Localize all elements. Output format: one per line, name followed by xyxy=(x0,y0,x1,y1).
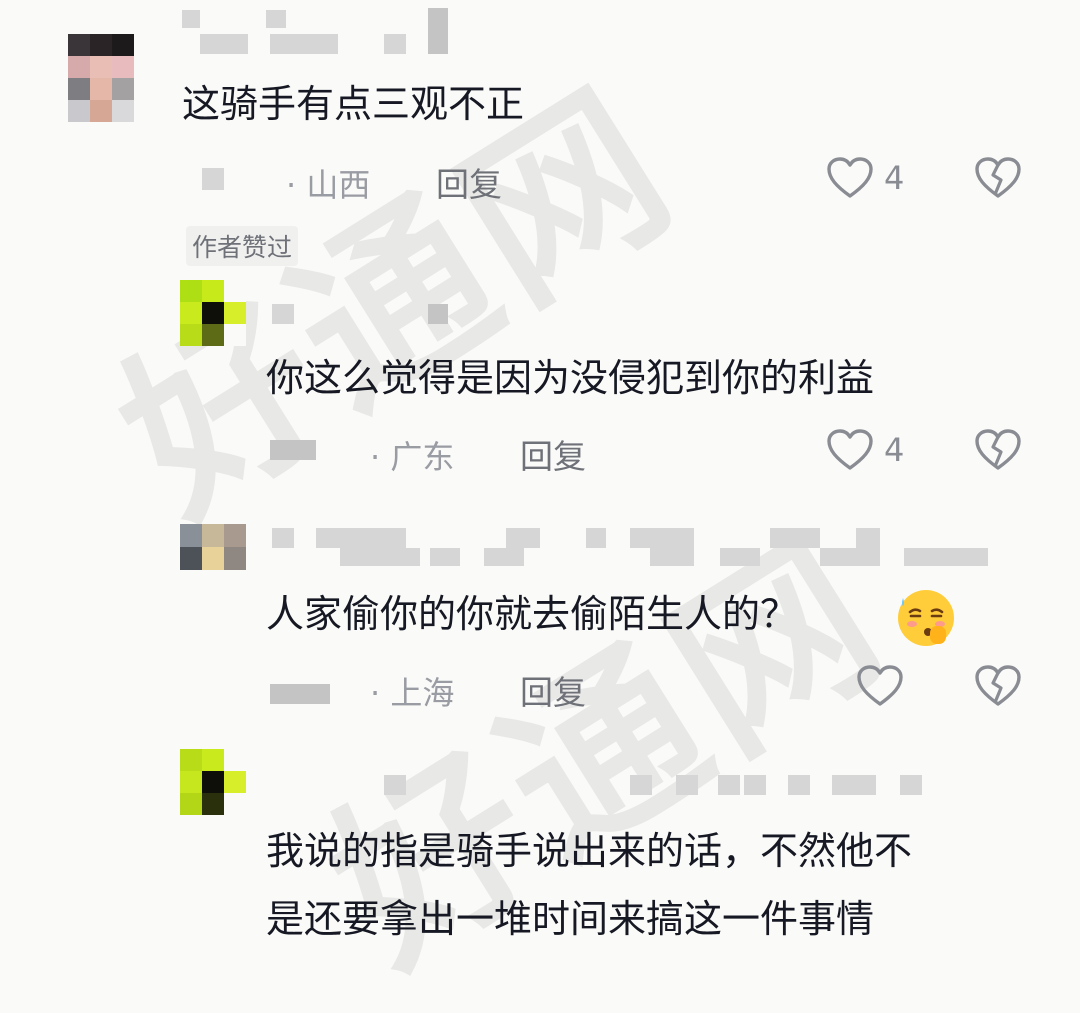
avatar[interactable] xyxy=(68,34,134,122)
heart-outline-icon xyxy=(827,157,873,198)
avatar[interactable] xyxy=(180,280,246,346)
reply-button[interactable]: 回复 xyxy=(520,430,586,478)
heart-outline-icon xyxy=(827,429,873,470)
comment-location: · 上海 xyxy=(370,674,455,712)
dislike-button[interactable] xyxy=(974,156,1022,204)
reply-button[interactable]: 回复 xyxy=(436,158,502,206)
comment-location: · 广东 xyxy=(370,438,455,476)
comment-text-line-1: 我说的指是骑手说出来的话，不然他不 xyxy=(266,829,913,873)
comment-item: 我说的指是骑手说出来的话，不然他不 是还要拿出一堆时间来搞这一件事情 xyxy=(0,735,1080,968)
like-count: 4 xyxy=(884,159,905,197)
avatar[interactable] xyxy=(180,524,246,570)
reply-button[interactable]: 回复 xyxy=(520,666,586,714)
like-button[interactable]: 4 xyxy=(826,428,904,472)
comment-location: · 山西 xyxy=(286,166,371,204)
heart-outline-icon xyxy=(857,665,903,706)
dislike-button[interactable] xyxy=(974,664,1022,712)
author-liked-badge: 作者赞过 xyxy=(186,226,299,266)
like-button[interactable] xyxy=(856,664,914,708)
broken-heart-icon xyxy=(975,665,1021,706)
comment-item: 这骑手有点三观不正 · 山西 回复 4 作者赞过 xyxy=(0,0,1080,270)
comment-text: 你这么觉得是因为没侵犯到你的利益 xyxy=(266,356,875,400)
timestamp-pixelated xyxy=(270,684,330,704)
comment-item: 你这么觉得是因为没侵犯到你的利益 · 广东 回复 4 xyxy=(0,270,1080,500)
timestamp-pixelated xyxy=(202,168,224,190)
comment-text: 这骑手有点三观不正 xyxy=(182,82,525,126)
dislike-button[interactable] xyxy=(974,428,1022,476)
broken-heart-icon xyxy=(975,157,1021,198)
sweat-shy-emoji xyxy=(894,586,958,654)
comment-item: 人家偷你的你就去偷陌生人的？ · 上海 回复 xyxy=(0,500,1080,735)
comment-text-line-2: 是还要拿出一堆时间来搞这一件事情 xyxy=(266,897,875,941)
like-count: 4 xyxy=(884,431,905,469)
comment-text: 人家偷你的你就去偷陌生人的？ xyxy=(266,592,799,636)
timestamp-pixelated xyxy=(270,440,316,460)
like-button[interactable]: 4 xyxy=(826,156,904,200)
broken-heart-icon xyxy=(975,429,1021,470)
avatar[interactable] xyxy=(180,749,246,815)
